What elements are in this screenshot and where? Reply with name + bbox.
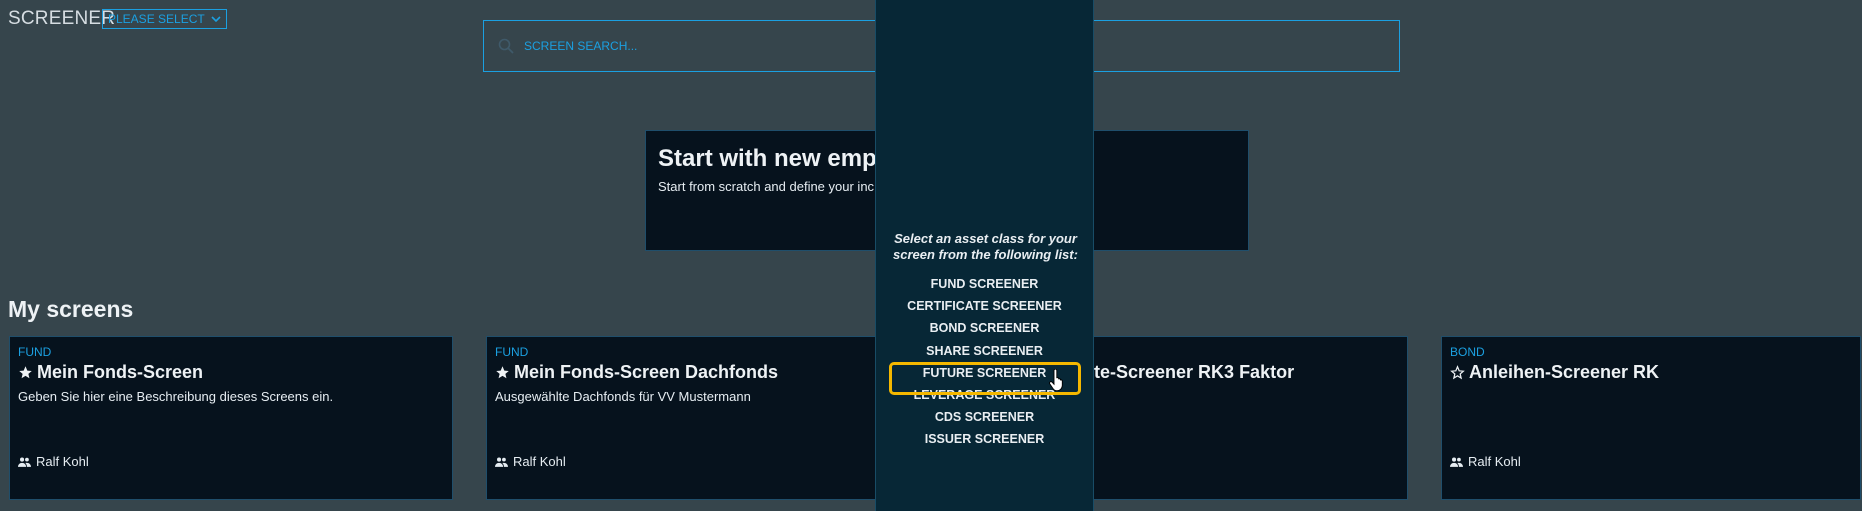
screen-card-owner: Ralf Kohl: [36, 454, 89, 469]
menu-item-share-screener[interactable]: SHARE SCREENER: [876, 344, 1093, 358]
star-outline-icon[interactable]: [1450, 365, 1465, 380]
screen-card-type: BOND: [1450, 345, 1485, 359]
people-icon: [18, 457, 31, 467]
screen-card-type: FUND: [495, 345, 529, 359]
star-filled-icon[interactable]: [18, 365, 33, 380]
screen-card[interactable]: FUND Mein Fonds-Screen Geben Sie hier ei…: [9, 336, 453, 500]
screen-card-title: Mein Fonds-Screen: [37, 362, 204, 382]
asset-class-dropdown: Select an asset class for your screen fr…: [875, 0, 1094, 511]
screen-card-title: Mein Fonds-Screen Dachfonds: [514, 362, 779, 382]
screen-card[interactable]: BOND Anleihen-Screener RK Ralf Kohl: [1441, 336, 1861, 500]
hand-cursor-icon: [1049, 369, 1063, 391]
screen-card-type: [1094, 345, 1399, 359]
chevron-down-icon: [211, 15, 221, 22]
my-screens-heading: My screens: [8, 296, 134, 322]
screen-card-type: FUND: [18, 345, 52, 359]
menu-item-issuer-screener[interactable]: ISSUER SCREENER: [876, 432, 1093, 446]
screen-card-description: Ausgewählte Dachfonds für VV Mustermann: [495, 389, 751, 404]
people-icon: [1450, 457, 1463, 467]
app-title: SCREENER: [8, 8, 116, 29]
menu-item-cds-screener[interactable]: CDS SCREENER: [876, 410, 1093, 424]
menu-item-fund-screener[interactable]: FUND SCREENER: [876, 277, 1093, 291]
star-filled-icon[interactable]: [495, 365, 510, 380]
screen-card-description: Geben Sie hier eine Beschreibung dieses …: [18, 389, 334, 404]
screen-search-input[interactable]: [522, 38, 826, 54]
screen-card-title: Anleihen-Screener RK: [1469, 362, 1660, 382]
asset-class-select-value: PLEASE SELECT: [108, 12, 205, 26]
people-icon: [495, 457, 508, 467]
screen-card-title: te-Screener RK3 Faktor: [1094, 362, 1295, 382]
screen-card[interactable]: FUND Mein Fonds-Screen Dachfonds Ausgewä…: [486, 336, 930, 500]
asset-class-select[interactable]: PLEASE SELECT: [102, 9, 227, 29]
menu-item-certificate-screener[interactable]: CERTIFICATE SCREENER: [876, 299, 1093, 313]
search-icon: [498, 38, 514, 54]
screen-card-owner: Ralf Kohl: [1468, 454, 1521, 469]
screen-card-owner: Ralf Kohl: [513, 454, 566, 469]
dropdown-instructions: Select an asset class for your screen fr…: [893, 231, 1078, 262]
menu-item-bond-screener[interactable]: BOND SCREENER: [876, 321, 1093, 335]
